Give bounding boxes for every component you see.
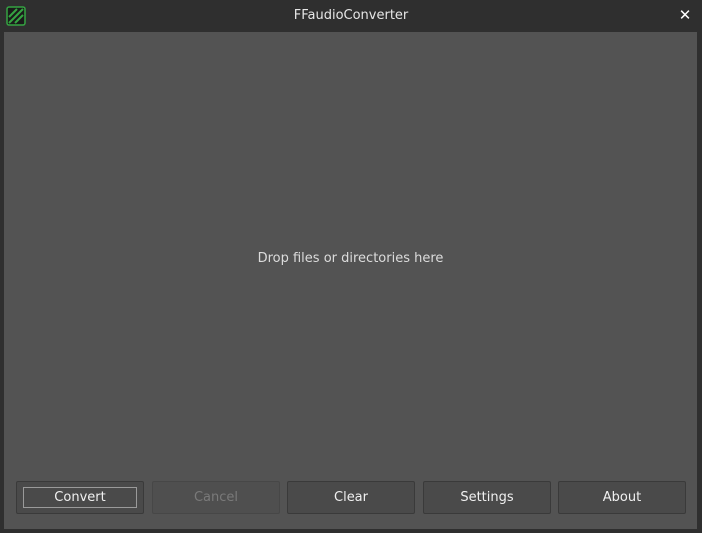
about-button[interactable]: About [558,481,686,514]
about-button-label: About [602,490,642,505]
clear-button[interactable]: Clear [287,481,415,514]
app-window: FFaudioConverter ✕ Drop files or directo… [0,0,702,533]
convert-button-label: Convert [54,490,106,505]
cancel-button: Cancel [152,481,280,514]
title-bar[interactable]: FFaudioConverter ✕ [0,0,702,32]
main-panel: Drop files or directories here Convert C… [4,32,697,529]
close-icon[interactable]: ✕ [676,6,694,24]
clear-button-label: Clear [334,490,368,505]
window-title: FFaudioConverter [293,8,409,23]
drop-zone[interactable]: Drop files or directories here [4,32,697,477]
settings-button[interactable]: Settings [423,481,551,514]
drop-zone-hint: Drop files or directories here [257,251,444,266]
convert-button[interactable]: Convert [16,481,144,514]
cancel-button-label: Cancel [193,490,239,505]
settings-button-label: Settings [460,490,514,505]
